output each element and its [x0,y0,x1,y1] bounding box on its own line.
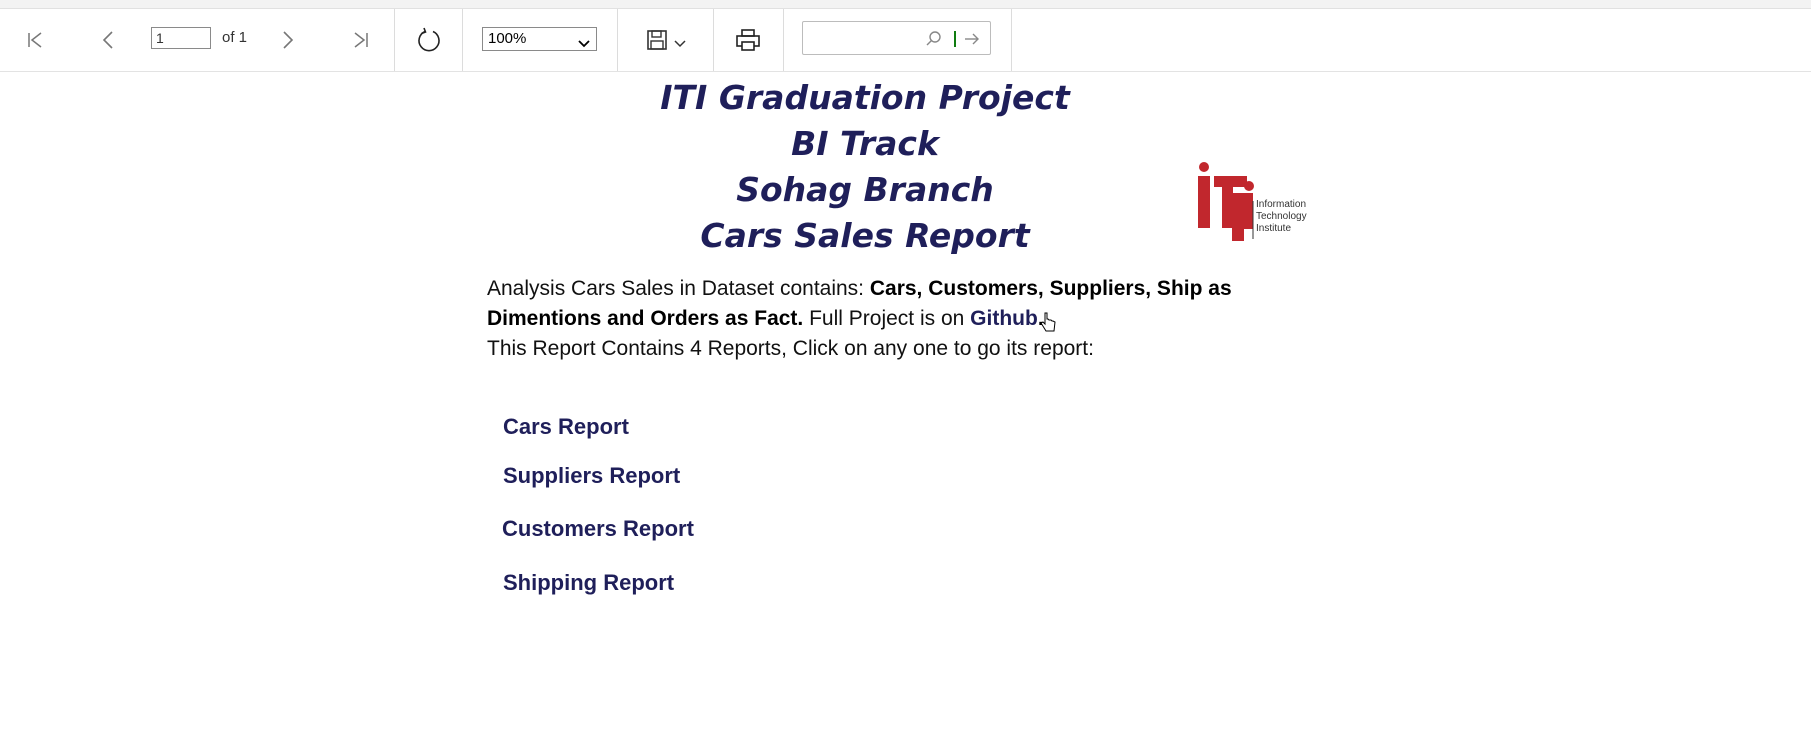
search-icon[interactable] [925,30,943,53]
report-title-line-2: BI Track [791,124,939,163]
first-page-button[interactable] [18,25,54,55]
hand-cursor-icon [1040,312,1058,339]
export-save-button[interactable] [636,23,696,57]
customers-report-link[interactable]: Customers Report [502,516,694,542]
report-viewer-toolbar: 1 of 1 100% [0,9,1811,72]
page-count-label: of 1 [222,29,248,46]
toolbar-divider [783,9,784,71]
report-title-line-4: Cars Sales Report [700,216,1030,255]
next-page-icon [278,30,298,50]
toolbar-divider [394,9,395,71]
toolbar-divider [462,9,463,71]
previous-page-icon [98,30,118,50]
window-top-strip [0,0,1811,9]
first-page-icon [26,30,46,50]
cars-report-link[interactable]: Cars Report [503,414,629,440]
report-instructions: This Report Contains 4 Reports, Click on… [487,337,1094,360]
find-input[interactable] [809,28,909,48]
last-page-button[interactable] [342,25,378,55]
intro-paragraph: Analysis Cars Sales in Dataset contains:… [487,274,1267,364]
last-page-icon [350,30,370,50]
zoom-value: 100% [488,30,527,47]
find-next-icon[interactable] [963,30,981,53]
intro-text: Full Project is on [803,307,971,330]
toolbar-divider [1011,9,1012,71]
logo-text: Technology [1256,211,1307,222]
intro-bold-text: Cars, Customers, Suppliers, Ship as [869,277,1232,300]
save-icon [646,29,668,51]
suppliers-report-link[interactable]: Suppliers Report [503,463,680,489]
find-divider [954,31,956,47]
logo-text: Institute [1256,223,1291,234]
print-icon [735,28,761,52]
refresh-icon [416,27,442,53]
zoom-select[interactable]: 100% [482,27,597,51]
toolbar-divider [713,9,714,71]
logo-text: Information [1256,199,1306,210]
github-link[interactable]: Github [970,307,1038,330]
report-title-line-3: Sohag Branch [736,170,994,209]
chevron-down-icon [674,39,686,49]
intro-bold-text: Dimentions and Orders as Fact. [487,307,804,330]
report-content: ITI Graduation Project BI Track Sohag Br… [0,72,1811,737]
refresh-button[interactable] [410,23,448,57]
previous-page-button[interactable] [90,25,126,55]
next-page-button[interactable] [270,25,306,55]
page-number-input[interactable]: 1 [151,27,211,49]
report-title-line-1: ITI Graduation Project [660,78,1070,117]
intro-text: Analysis Cars Sales in Dataset contains: [487,277,870,300]
iti-logo: Information Technology Institute [1195,159,1315,254]
print-button[interactable] [728,23,768,57]
toolbar-divider [617,9,618,71]
chevron-down-icon [578,34,590,56]
find-box [802,21,991,55]
shipping-report-link[interactable]: Shipping Report [503,570,674,596]
